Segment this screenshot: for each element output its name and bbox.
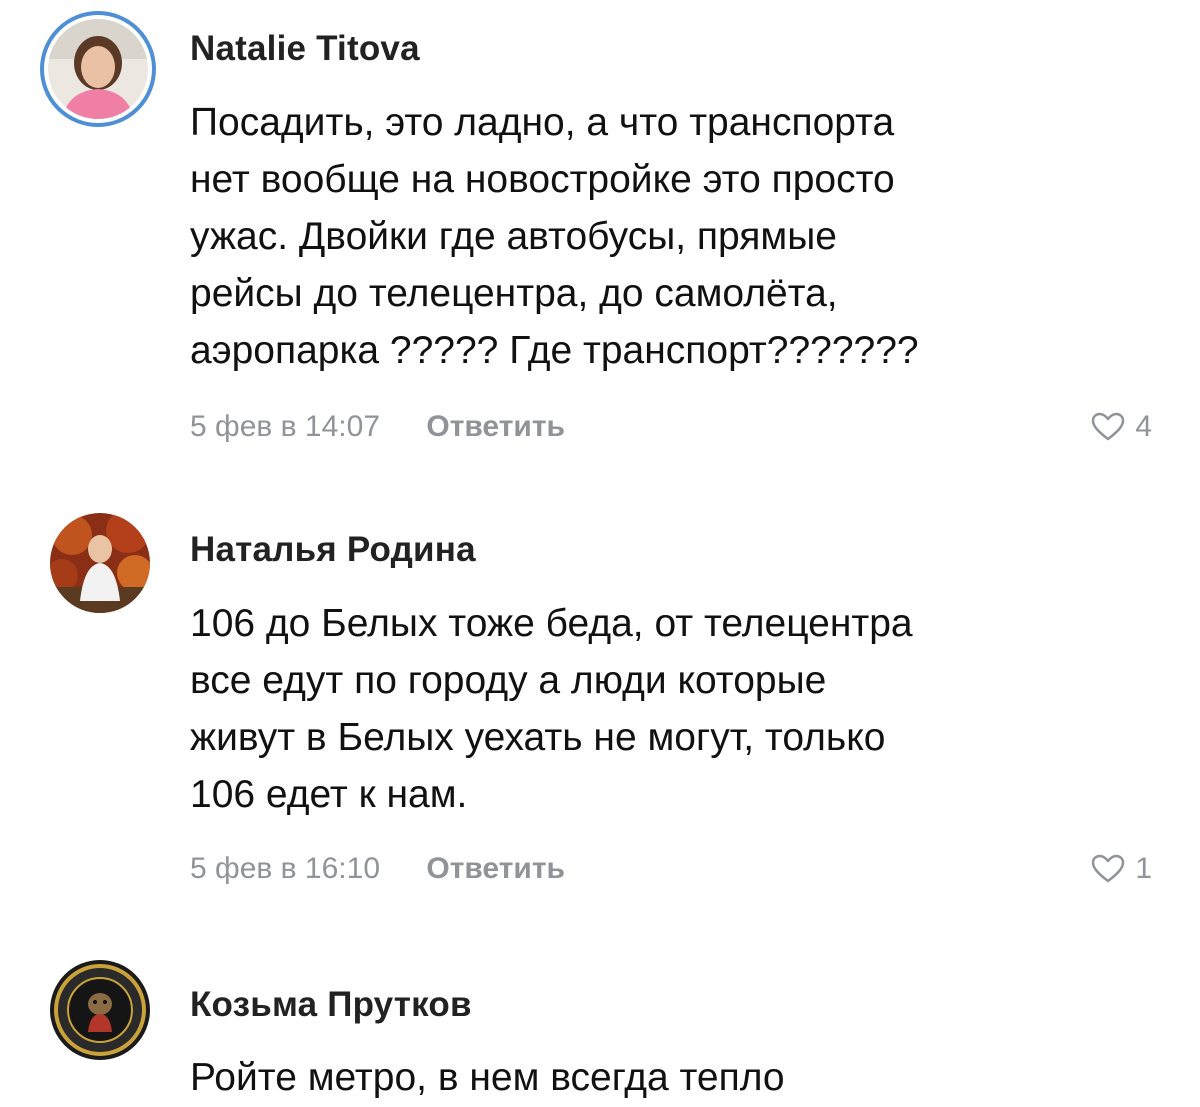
comment-text-line: Посадить, это ладно, а что транспорта: [190, 101, 895, 144]
avatar[interactable]: [50, 513, 150, 613]
comment-author[interactable]: Natalie Titova: [190, 29, 420, 69]
comment-text: Посадить, это ладно, а что транспорта не…: [190, 94, 1150, 379]
like-count: 4: [1135, 410, 1152, 443]
comment-text-line: 106 до Белых тоже беда, от телецентра: [190, 602, 913, 645]
comment-text-line: живут в Белых уехать не могут, только: [190, 716, 886, 759]
avatar[interactable]: [48, 19, 148, 119]
comment-text-line: все едут по городу а люди которые: [190, 659, 827, 702]
comment-meta: 5 фев в 14:07 Ответить: [190, 410, 565, 444]
comment-text: 106 до Белых тоже беда, от телецентра вс…: [190, 595, 1150, 823]
like-button[interactable]: 1: [1091, 852, 1152, 886]
comment-meta: 5 фев в 16:10 Ответить: [190, 852, 565, 886]
comment-text: Ройте метро, в нем всегда тепло: [190, 1049, 1150, 1106]
comment-author[interactable]: Козьма Прутков: [190, 985, 472, 1025]
avatar-photo: [48, 19, 148, 119]
comment-text-line: аэропарка ????? Где транспорт???????: [190, 329, 919, 372]
heart-outline-icon: [1092, 854, 1125, 883]
reply-button[interactable]: Ответить: [426, 852, 565, 886]
comment-date: 5 фев в 14:07: [190, 410, 381, 443]
avatar-photo: [50, 513, 150, 613]
like-button[interactable]: 4: [1091, 410, 1152, 444]
comment-text-line: ужас. Двойки где автобусы, прямые: [190, 215, 837, 258]
comment-author[interactable]: Наталья Родина: [190, 530, 476, 570]
reply-button[interactable]: Ответить: [426, 410, 565, 444]
like-count: 1: [1135, 852, 1152, 885]
comment-text-line: Ройте метро, в нем всегда тепло: [190, 1056, 785, 1099]
comment-text-line: нет вообще на новостройке это просто: [190, 158, 895, 201]
comment-text-line: рейсы до телецентра, до самолёта,: [190, 272, 838, 315]
heart-outline-icon: [1092, 412, 1125, 441]
comment-text-line: 106 едет к нам.: [190, 773, 468, 816]
avatar[interactable]: [50, 960, 150, 1060]
avatar-photo: [50, 960, 150, 1060]
comment-date: 5 фев в 16:10: [190, 852, 381, 885]
